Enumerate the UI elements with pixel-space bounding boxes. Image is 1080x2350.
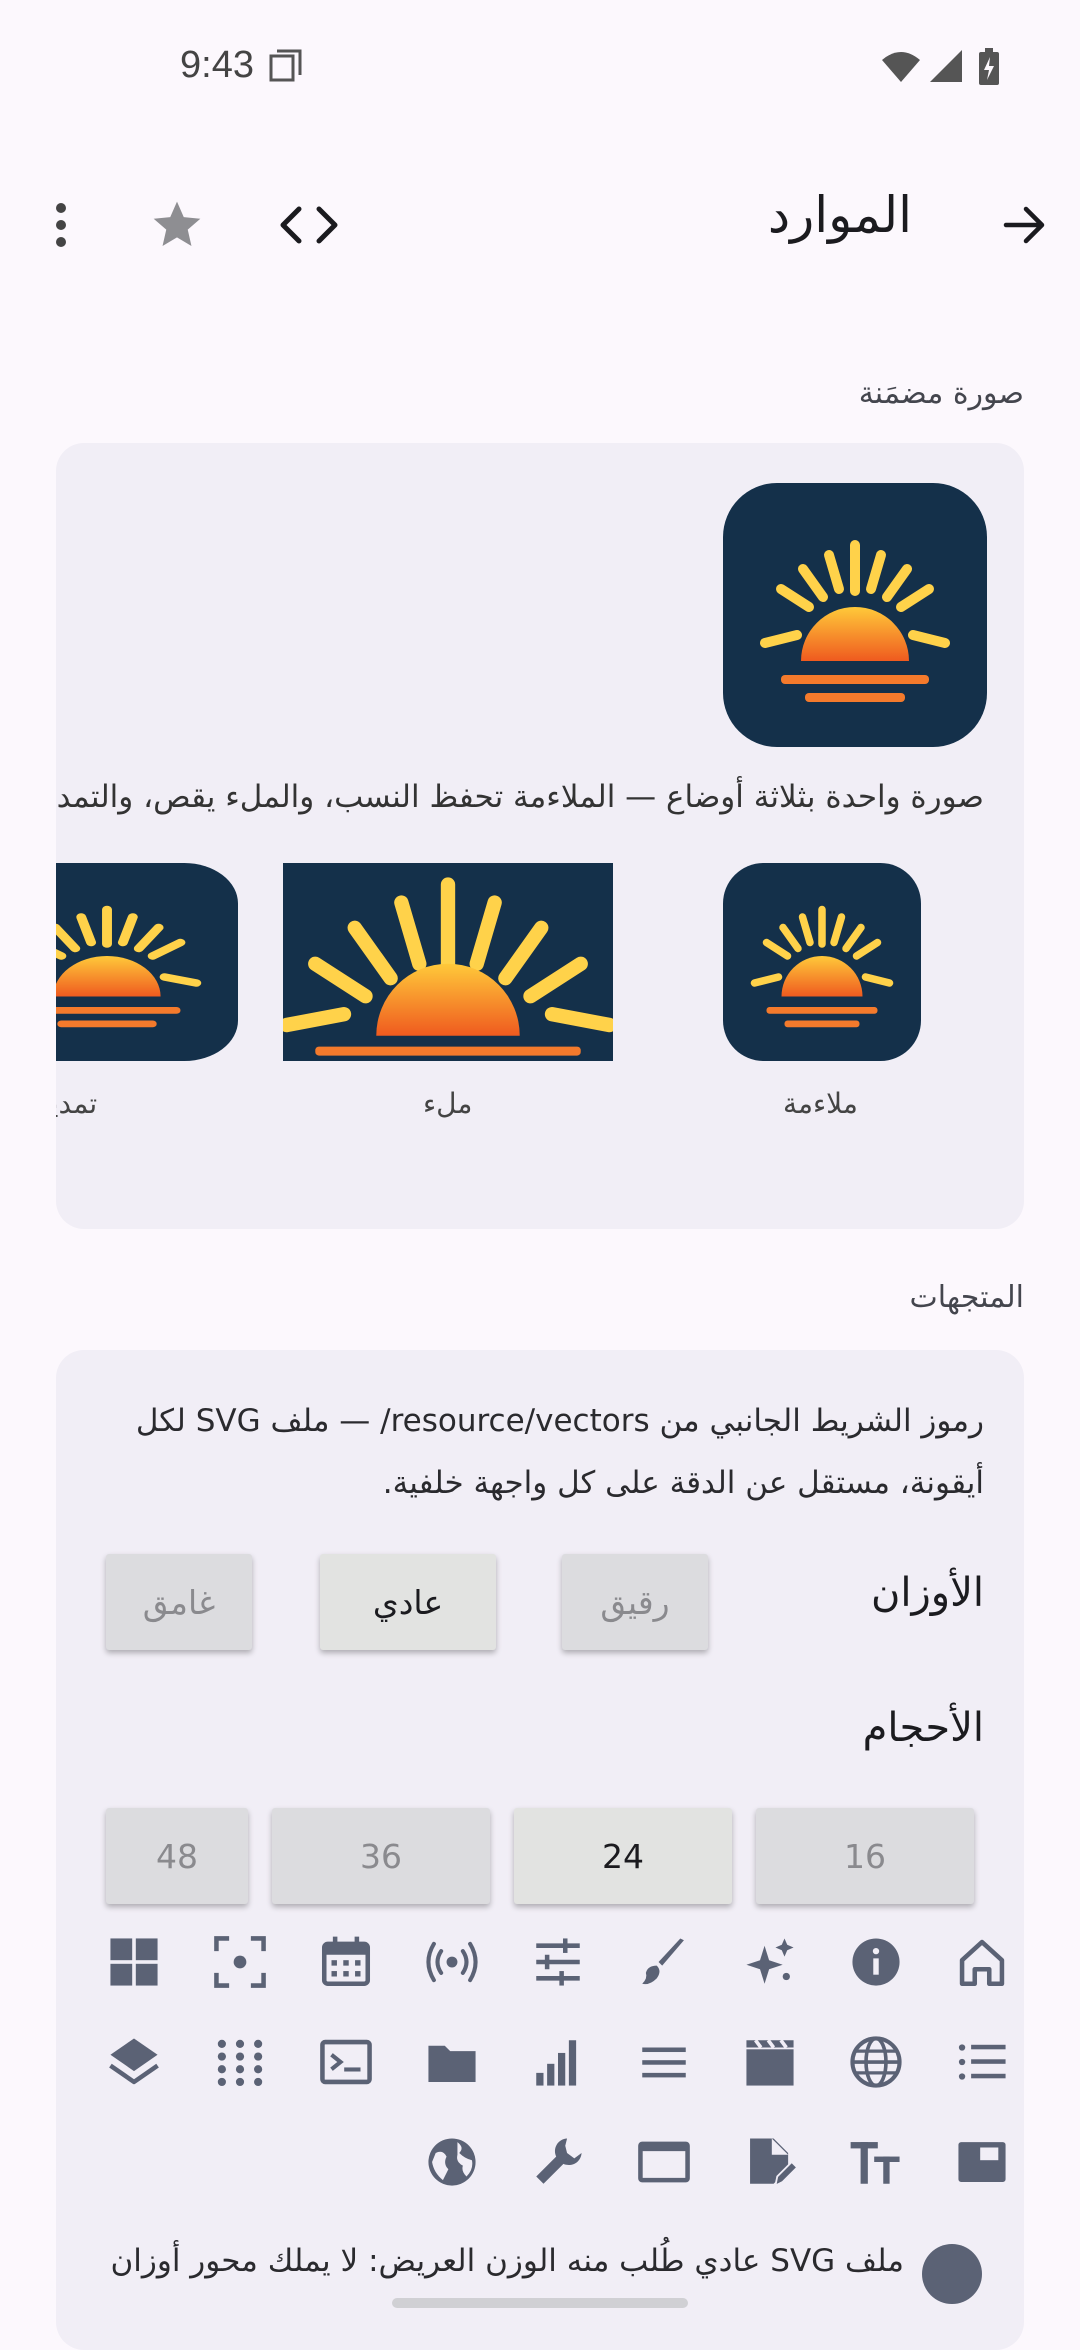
app-bar: الموارد xyxy=(0,170,1080,280)
text-size-icon xyxy=(844,2130,908,2194)
weights-label: الأوزان xyxy=(870,1570,984,1616)
weight-regular-button[interactable]: عادي xyxy=(320,1554,496,1650)
dots-grid-icon xyxy=(208,2030,272,2094)
weight-bold-button[interactable]: غامق xyxy=(106,1554,252,1650)
earth-icon xyxy=(420,2130,484,2194)
tune-icon xyxy=(526,1930,590,1994)
star-icon xyxy=(153,201,201,246)
section-label-vectors: المتجهات xyxy=(909,1280,1024,1315)
code-icon xyxy=(280,206,338,244)
screenshot-icon xyxy=(269,49,302,82)
folder-icon xyxy=(420,2030,484,2094)
vectors-description: رموز الشريط الجانبي من resource/vectors/… xyxy=(135,1403,984,1501)
footer-note: ملف SVG عادي طُلب منه الوزن العريض: لا ي… xyxy=(110,2243,905,2279)
info-icon xyxy=(922,2244,982,2304)
sun-app-icon-image xyxy=(723,483,987,747)
grid-icon xyxy=(102,1930,166,1994)
more-vert-icon xyxy=(56,203,66,247)
fill-label: ملء xyxy=(423,1087,473,1120)
edit-document-icon xyxy=(738,2130,802,2194)
status-bar: 9:43 xyxy=(0,0,1080,140)
size-24-button[interactable]: 24 xyxy=(514,1808,732,1904)
size-48-button[interactable]: 48 xyxy=(106,1808,248,1904)
info-icon xyxy=(844,1930,908,1994)
vectors-card: رموز الشريط الجانبي من resource/vectors/… xyxy=(56,1350,1024,2350)
terminal-icon xyxy=(314,2030,378,2094)
page-title: الموارد xyxy=(767,186,912,244)
bar-chart-icon xyxy=(526,2030,590,2094)
focus-icon xyxy=(208,1930,272,1994)
menu-lines-icon xyxy=(632,2030,696,2094)
broadcast-icon xyxy=(420,1930,484,1994)
arrow-forward-icon xyxy=(1003,206,1045,244)
signal-icon xyxy=(930,50,962,82)
home-icon xyxy=(950,1930,1014,1994)
fit-label: ملاءمة xyxy=(783,1087,858,1120)
calendar-icon xyxy=(314,1930,378,1994)
stretch-label: تمديد xyxy=(56,1087,98,1120)
gesture-nav-handle[interactable] xyxy=(392,2298,688,2308)
wallpaper-icon xyxy=(950,2130,1014,2194)
wifi-icon xyxy=(882,52,920,82)
sizes-label: الأحجام xyxy=(862,1705,984,1751)
embedded-image-card: صورة واحدة بثلاثة أوضاع — الملاءمة تحفظ … xyxy=(56,443,1024,1229)
fill-thumbnail-image xyxy=(283,863,613,1061)
stretch-thumbnail-image xyxy=(56,863,238,1061)
window-icon xyxy=(632,2130,696,2194)
movie-icon xyxy=(738,2030,802,2094)
embedded-description: صورة واحدة بثلاثة أوضاع — الملاءمة تحفظ … xyxy=(56,779,984,815)
battery-icon xyxy=(979,48,999,85)
fit-thumbnail-image xyxy=(723,863,921,1061)
code-button[interactable] xyxy=(274,190,344,260)
size-36-button[interactable]: 36 xyxy=(272,1808,490,1904)
back-button[interactable] xyxy=(990,190,1060,260)
size-16-button[interactable]: 16 xyxy=(756,1808,974,1904)
layers-icon xyxy=(102,2030,166,2094)
section-label-embedded: صورة مضمَنة xyxy=(858,376,1024,411)
list-icon xyxy=(950,2030,1014,2094)
brush-icon xyxy=(632,1930,696,1994)
weight-thin-button[interactable]: رقيق xyxy=(562,1554,708,1650)
favorite-button[interactable] xyxy=(142,190,212,260)
status-time: 9:43 xyxy=(180,44,254,86)
more-options-button[interactable] xyxy=(26,190,96,260)
globe-icon xyxy=(844,2030,908,2094)
wrench-icon xyxy=(526,2130,590,2194)
sparkles-icon xyxy=(738,1930,802,1994)
